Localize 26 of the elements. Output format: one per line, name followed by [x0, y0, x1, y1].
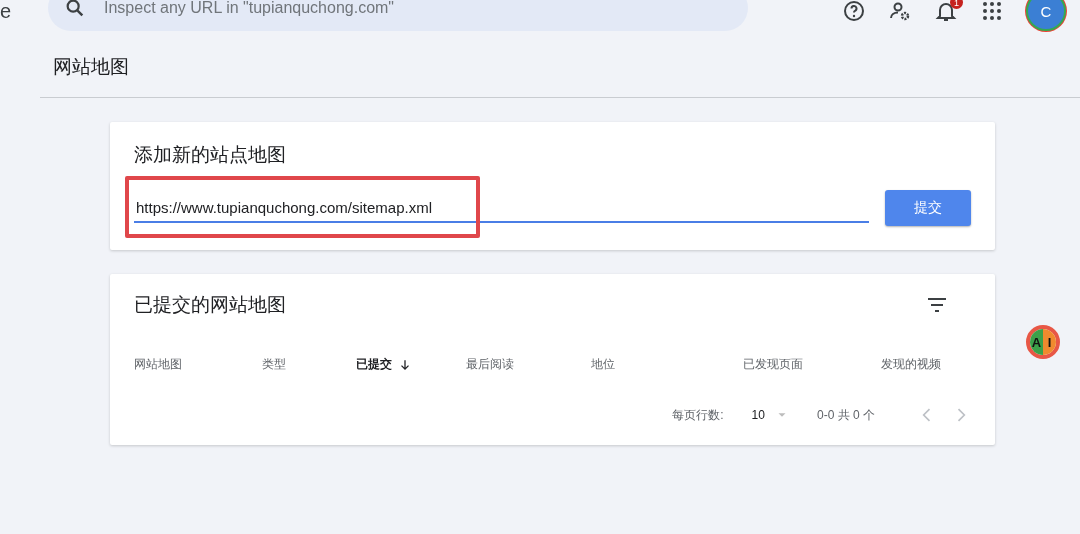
submit-button[interactable]: 提交 [885, 190, 971, 226]
column-header[interactable]: 网站地图 [134, 356, 262, 373]
column-header[interactable]: 地位 [591, 356, 743, 373]
avatar-initial: C [1040, 2, 1052, 20]
column-header[interactable]: 已发现页面 [743, 356, 881, 373]
rows-per-page-dropdown[interactable]: 10 [751, 408, 789, 422]
column-header[interactable]: 发现的视频 [881, 356, 971, 373]
column-header[interactable]: 已提交 [356, 356, 466, 373]
apps-grid-icon[interactable] [980, 0, 1004, 23]
url-input-field[interactable]: https://www.tupianquchong.com/sitemap.xml [134, 193, 869, 223]
avatar[interactable]: C [1026, 0, 1066, 31]
range-text: 0-0 共 0 个 [816, 406, 875, 424]
help-icon[interactable] [842, 0, 866, 23]
rows-per-page-value: 10 [751, 408, 765, 422]
rows-per-page-label: 每页行数: [672, 406, 724, 424]
notification-bell-icon[interactable] [934, 0, 958, 23]
ai-extension-button[interactable]: A I [1026, 325, 1060, 359]
page-title: 网站地图 [53, 55, 130, 79]
card-title: 添加新的站点地图 [134, 143, 287, 167]
person-gear-icon[interactable] [888, 0, 912, 23]
notification-badge: 1 [950, 0, 963, 9]
card-title: 已提交的网站地图 [134, 293, 286, 317]
search-field[interactable]: Inspect any URL in "tupianquchong.com" [48, 0, 748, 31]
column-header[interactable]: 类型 [262, 356, 356, 373]
cut-off-text: e [0, 0, 13, 23]
column-header[interactable]: 最后阅读 [466, 356, 591, 373]
